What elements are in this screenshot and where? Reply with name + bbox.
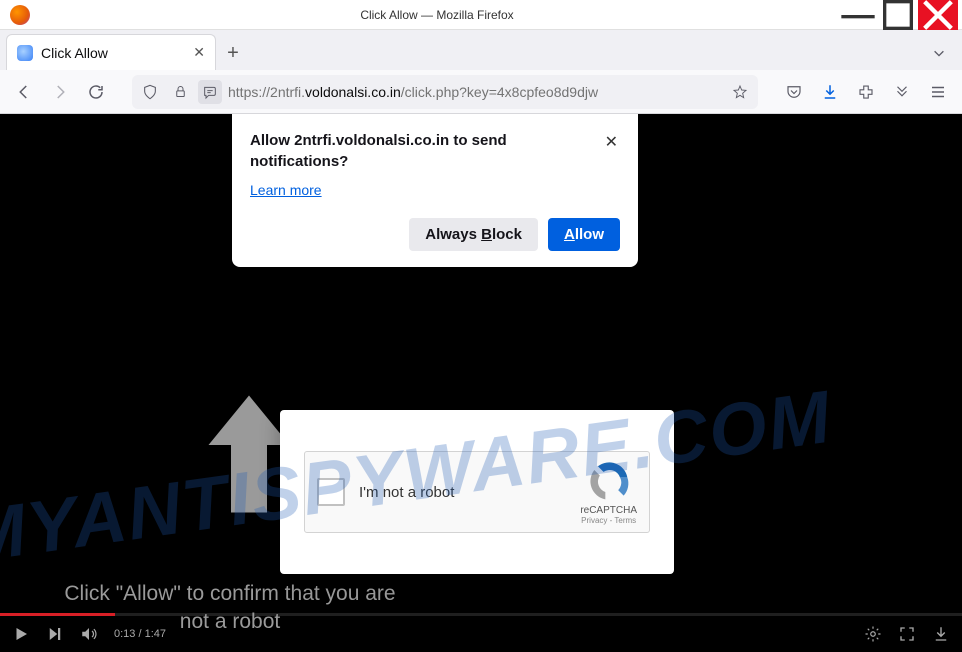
video-controls: 0:13 / 1:47 (0, 616, 962, 652)
new-tab-button[interactable]: + (216, 36, 250, 70)
forward-button[interactable] (44, 76, 76, 108)
tab-favicon-icon (17, 45, 33, 61)
page-content: MYANTISPYWARE.COM Allow 2ntrfi.voldonals… (0, 114, 962, 652)
tab-title: Click Allow (41, 45, 185, 61)
volume-icon[interactable] (80, 625, 98, 643)
notification-close-icon[interactable]: ✕ (603, 130, 620, 154)
bookmark-star-icon[interactable] (728, 80, 752, 104)
recaptcha-box[interactable]: I'm not a robot reCAPTCHA Privacy - Term… (304, 451, 650, 533)
video-time: 0:13 / 1:47 (114, 628, 166, 640)
close-button[interactable] (918, 0, 958, 30)
browser-tab[interactable]: Click Allow ✕ (6, 34, 216, 70)
reload-button[interactable] (80, 76, 112, 108)
firefox-icon (10, 5, 30, 25)
next-button[interactable] (46, 625, 64, 643)
permission-icon[interactable] (198, 80, 222, 104)
overflow-icon[interactable] (886, 76, 918, 108)
fullscreen-icon[interactable] (898, 625, 916, 643)
minimize-button[interactable] (838, 0, 878, 30)
downloads-icon[interactable] (814, 76, 846, 108)
toolbar-right (778, 76, 954, 108)
back-button[interactable] (8, 76, 40, 108)
lock-icon[interactable] (168, 80, 192, 104)
notification-title: Allow 2ntrfi.voldonalsi.co.in to send no… (250, 130, 603, 172)
play-button[interactable] (12, 625, 30, 643)
settings-icon[interactable] (864, 625, 882, 643)
notification-permission-popup: Allow 2ntrfi.voldonalsi.co.in to send no… (232, 114, 638, 267)
url-text: https://2ntrfi.voldonalsi.co.in/click.ph… (228, 84, 722, 100)
shield-icon[interactable] (138, 80, 162, 104)
recaptcha-logo-icon (587, 459, 631, 503)
window-title: Click Allow — Mozilla Firefox (36, 8, 838, 22)
maximize-button[interactable] (878, 0, 918, 30)
allow-button[interactable]: Allow (548, 218, 620, 251)
recaptcha-links[interactable]: Privacy - Terms (580, 516, 637, 525)
window-titlebar: Click Allow — Mozilla Firefox (0, 0, 962, 30)
address-bar[interactable]: https://2ntrfi.voldonalsi.co.in/click.ph… (132, 75, 758, 109)
recaptcha-badge: reCAPTCHA Privacy - Terms (580, 459, 637, 525)
tabs-dropdown-button[interactable] (922, 36, 956, 70)
always-block-button[interactable]: Always Block (409, 218, 538, 251)
extensions-icon[interactable] (850, 76, 882, 108)
menu-icon[interactable] (922, 76, 954, 108)
tab-close-icon[interactable]: ✕ (193, 44, 205, 61)
window-controls (838, 0, 958, 30)
recaptcha-checkbox[interactable] (317, 478, 345, 506)
notification-learn-more-link[interactable]: Learn more (250, 182, 322, 198)
tab-strip: Click Allow ✕ + (0, 30, 962, 70)
recaptcha-label: I'm not a robot (359, 484, 566, 501)
recaptcha-brand: reCAPTCHA (580, 505, 637, 516)
captcha-card: I'm not a robot reCAPTCHA Privacy - Term… (280, 410, 674, 574)
download-video-icon[interactable] (932, 625, 950, 643)
toolbar: https://2ntrfi.voldonalsi.co.in/click.ph… (0, 70, 962, 114)
pocket-icon[interactable] (778, 76, 810, 108)
